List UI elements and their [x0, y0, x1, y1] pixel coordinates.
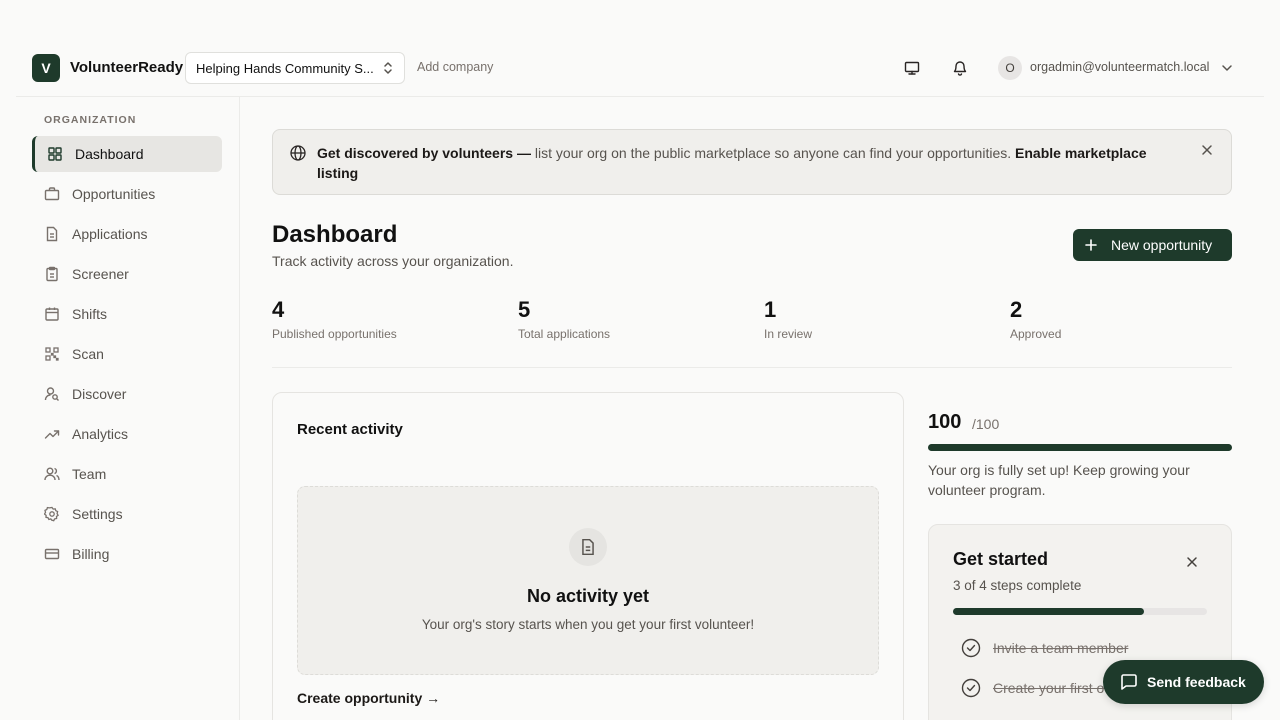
top-bar: V VolunteerReady Helping Hands Community… [16, 40, 1264, 97]
check-circle-icon [961, 638, 981, 658]
sidebar-heading: ORGANIZATION [44, 114, 137, 126]
stat-in-review: 1 In review [764, 297, 812, 341]
sidebar-item-screener[interactable]: Screener [32, 256, 222, 292]
stat-label: In review [764, 327, 813, 341]
sidebar-item-shifts[interactable]: Shifts [32, 296, 222, 332]
get-started-progress-bar [953, 608, 1207, 615]
setup-score-max: /100 [972, 416, 1000, 432]
sidebar-item-label: Discover [72, 386, 127, 402]
setup-score-bar [928, 444, 1232, 451]
step-invite-team-member[interactable]: Invite a team member [961, 638, 1128, 658]
get-started-progress-fill [953, 608, 1144, 615]
users-icon [44, 467, 60, 481]
sidebar-item-label: Screener [72, 266, 129, 282]
step-label: Create your first o [993, 680, 1105, 696]
banner-lead: Get discovered by volunteers — [317, 145, 531, 161]
app-name: VolunteerReady [70, 59, 184, 76]
gear-icon [44, 506, 59, 522]
marketplace-banner: Get discovered by volunteers — list your… [272, 129, 1232, 195]
document-icon [569, 528, 607, 566]
add-company-link[interactable]: Add company [417, 60, 493, 74]
sidebar-item-label: Dashboard [75, 146, 144, 162]
document-icon [46, 226, 58, 242]
qr-code-icon [45, 347, 59, 361]
sidebar-item-label: Analytics [72, 426, 129, 442]
sidebar-item-analytics[interactable]: Analytics [32, 416, 222, 452]
recent-activity-card: Recent activity No activity yet Your org… [272, 392, 904, 720]
divider [272, 367, 1232, 368]
setup-score-message: Your org is fully set up! Keep growing y… [928, 462, 1190, 498]
empty-state: No activity yet Your org's story starts … [297, 486, 879, 675]
stat-label: Published opportunities [272, 327, 397, 341]
stat-approved: 2 Approved [1010, 297, 1061, 341]
sidebar-item-applications[interactable]: Applications [32, 216, 222, 252]
get-started-title: Get started [953, 549, 1049, 569]
sidebar-item-dashboard[interactable]: Dashboard [32, 136, 222, 172]
create-opportunity-link[interactable]: Create opportunity → [297, 690, 440, 706]
setup-score-value: 100 [928, 411, 962, 433]
sidebar-item-settings[interactable]: Settings [32, 496, 222, 532]
recent-activity-title: Recent activity [297, 421, 403, 438]
bell-icon[interactable] [952, 59, 968, 77]
globe-icon [289, 144, 307, 162]
send-feedback-button[interactable]: Send feedback [1103, 660, 1264, 704]
banner-text: Get discovered by volunteers — list your… [317, 143, 1177, 183]
sidebar-item-billing[interactable]: Billing [32, 536, 222, 572]
clipboard-icon [46, 266, 58, 282]
stat-value: 2 [1010, 297, 1023, 322]
company-select-value: Helping Hands Community S... [196, 60, 374, 76]
banner-body: list your org on the public marketplace … [530, 145, 1016, 161]
plus-icon [1085, 239, 1097, 251]
new-opportunity-label: New opportunity [1111, 237, 1213, 253]
step-label: Invite a team member [993, 640, 1129, 656]
close-icon[interactable] [1185, 555, 1199, 569]
check-circle-icon [961, 678, 981, 698]
stat-label: Approved [1010, 327, 1062, 341]
stat-value: 1 [764, 297, 777, 322]
page-subtitle: Track activity across your organization. [272, 253, 514, 269]
stat-published-opportunities: 4 Published opportunities [272, 297, 397, 341]
company-select[interactable]: Helping Hands Community S... [185, 52, 405, 84]
message-square-icon [1121, 674, 1137, 690]
chevron-down-icon[interactable] [1221, 62, 1233, 74]
empty-state-subtitle: Your org's story starts when you get you… [421, 617, 755, 632]
sidebar-item-opportunities[interactable]: Opportunities [32, 176, 222, 212]
send-feedback-label: Send feedback [1147, 674, 1246, 690]
sidebar-item-scan[interactable]: Scan [32, 336, 222, 372]
page-title: Dashboard [272, 221, 398, 248]
empty-state-title: No activity yet [526, 586, 650, 606]
app-logo[interactable]: V [32, 54, 60, 82]
sidebar-item-label: Billing [72, 546, 110, 562]
chevrons-up-down-icon [384, 62, 392, 74]
trend-icon [44, 430, 60, 439]
sidebar-item-label: Opportunities [72, 186, 156, 202]
sidebar-item-label: Team [72, 466, 107, 482]
stat-total-applications: 5 Total applications [518, 297, 610, 341]
stat-label: Total applications [518, 327, 611, 341]
step-create-first-opportunity[interactable]: Create your first o [961, 678, 1104, 698]
briefcase-icon [44, 187, 60, 201]
avatar[interactable]: O [998, 56, 1022, 80]
credit-card-icon [44, 548, 60, 560]
sidebar-item-label: Settings [72, 506, 123, 522]
close-icon[interactable] [1200, 143, 1214, 157]
monitor-icon[interactable] [904, 60, 920, 76]
sidebar-item-label: Scan [72, 346, 104, 362]
sidebar-item-label: Applications [72, 226, 148, 242]
sidebar-item-label: Shifts [72, 306, 108, 322]
user-email[interactable]: orgadmin@volunteermatch.local [1030, 60, 1209, 74]
sidebar-item-discover[interactable]: Discover [32, 376, 222, 412]
stat-value: 4 [272, 297, 285, 322]
setup-score-fill [928, 444, 1232, 451]
user-search-icon [44, 387, 59, 401]
calendar-icon [45, 307, 59, 321]
stat-value: 5 [518, 297, 531, 322]
sidebar-item-team[interactable]: Team [32, 456, 222, 492]
dashboard-icon [48, 147, 62, 161]
sidebar: ORGANIZATION Dashboard Opportunities App… [16, 97, 240, 720]
get-started-progress-text: 3 of 4 steps complete [953, 578, 1082, 593]
new-opportunity-button[interactable]: New opportunity [1073, 229, 1232, 261]
